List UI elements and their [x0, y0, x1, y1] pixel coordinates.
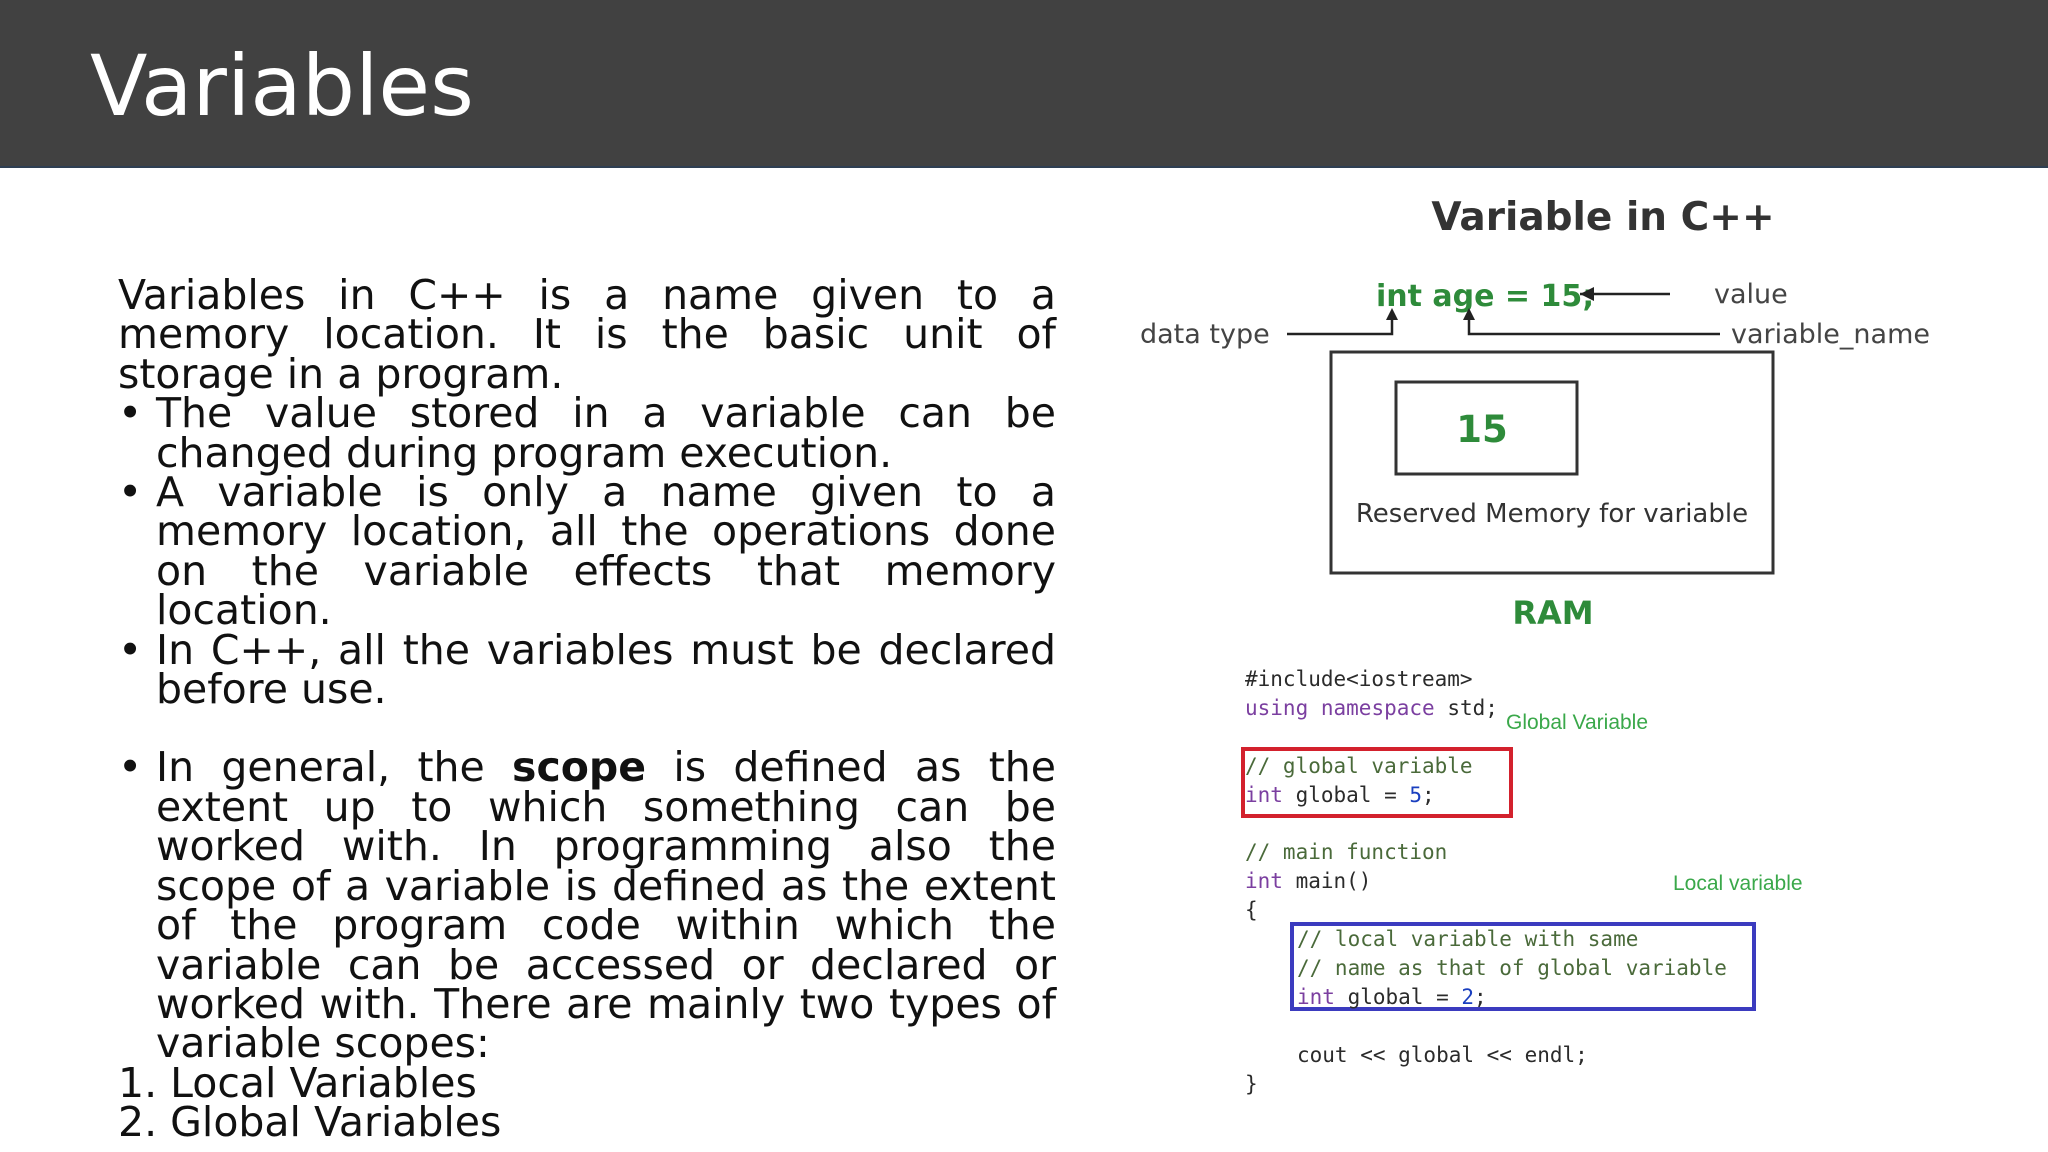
code-line-main: int main(): [1245, 867, 1371, 896]
variable-diagram-svg: Variable in C++ int age = 15; value data…: [1140, 195, 1930, 632]
data-type-arrow-line: [1287, 313, 1394, 336]
code-text: main(): [1282, 869, 1372, 893]
code-comment-local-2: // name as that of global variable: [1297, 956, 1727, 980]
intro-paragraph: Variables in C++ is a name given to a me…: [118, 271, 1056, 398]
bullet-dot: •: [118, 625, 143, 674]
bullet-text: The value stored in a variable can be ch…: [156, 389, 1056, 477]
label-variable-name: variable_name: [1731, 319, 1930, 350]
bullet-item: • In C++, all the variables must be decla…: [118, 625, 1056, 710]
code-close-brace: }: [1245, 1072, 1258, 1096]
code-text: global =: [1282, 783, 1410, 807]
slide-title: Variables: [90, 37, 474, 135]
label-value: value: [1714, 279, 1788, 310]
code-line-local-decl: int global = 2;: [1297, 983, 1487, 1012]
code-keyword: int: [1245, 783, 1283, 807]
code-line-global-decl: int global = 5;: [1245, 781, 1435, 810]
code-keyword: namespace: [1320, 696, 1435, 720]
code-open-brace: {: [1245, 898, 1258, 922]
bullet-text: In C++, all the variables must be declar…: [156, 625, 1056, 714]
code-comment-main: // main function: [1245, 840, 1448, 864]
bullet-dot: •: [118, 743, 143, 792]
label-data-type: data type: [1140, 319, 1270, 350]
code-line-cout: cout << global << endl;: [1297, 1043, 1588, 1067]
body-text: Variables in C++ is a name given to a me…: [118, 271, 1056, 1147]
bullet-dot: •: [118, 389, 143, 438]
variable-diagram: Variable in C++ int age = 15; value data…: [1100, 168, 1948, 1128]
numbered-item-global: 2. Global Variables: [118, 1098, 502, 1147]
ram-label: RAM: [1512, 594, 1593, 632]
diagram-title: Variable in C++: [1431, 195, 1774, 240]
bullet-item: • The value stored in a variable can be c…: [118, 389, 1056, 474]
code-keyword: int: [1297, 985, 1335, 1009]
local-variable-label: Local variable: [1673, 872, 1803, 895]
code-line-using: using namespace std;: [1245, 694, 1498, 723]
code-text: global =: [1334, 985, 1462, 1009]
bullet-dot: •: [118, 468, 143, 517]
bullet-item: • A variable is only a name given to a me…: [118, 468, 1056, 630]
value-box-number: 15: [1456, 408, 1508, 451]
reserved-memory-caption: Reserved Memory for variable: [1356, 499, 1748, 529]
code-line-int-age: int age = 15;: [1376, 279, 1594, 314]
scope-bullet: • In general, the scope is defined as the…: [118, 743, 1056, 1064]
bullet-text: A variable is only a name given to a mem…: [156, 468, 1056, 635]
code-text: std;: [1447, 696, 1498, 720]
code-comment-global: // global variable: [1245, 754, 1473, 778]
variable-name-arrow-line: [1467, 313, 1720, 336]
code-text: ;: [1474, 985, 1487, 1009]
code-keyword: using: [1245, 696, 1309, 720]
global-variable-label: Global Variable: [1506, 711, 1649, 734]
code-comment-local-1: // local variable with same: [1297, 927, 1639, 951]
code-keyword: int: [1245, 869, 1283, 893]
code-text: ;: [1422, 783, 1435, 807]
code-number: 5: [1409, 783, 1423, 807]
code-line-include: #include<iostream>: [1245, 667, 1473, 691]
scope-text-after: is defined as the extent up to which som…: [156, 743, 1056, 1068]
title-bar: Variables: [0, 0, 2048, 168]
code-number: 2: [1461, 985, 1475, 1009]
